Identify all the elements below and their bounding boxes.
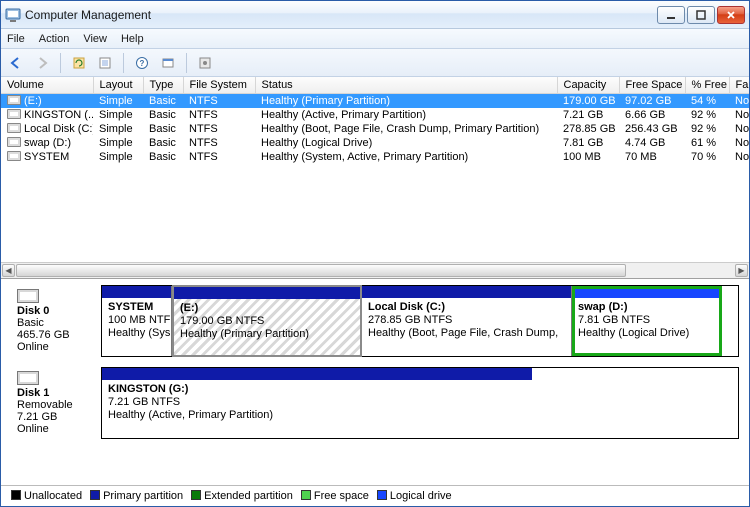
col-status[interactable]: Status <box>255 77 557 94</box>
partition[interactable]: swap (D:)7.81 GB NTFSHealthy (Logical Dr… <box>572 286 722 356</box>
table-row[interactable]: (E:)SimpleBasicNTFSHealthy (Primary Part… <box>1 94 749 109</box>
partition-color-bar <box>572 286 722 298</box>
volume-icon <box>7 137 21 147</box>
properties-icon[interactable] <box>94 52 116 74</box>
menu-view[interactable]: View <box>83 33 107 45</box>
disk-icon <box>17 371 39 385</box>
volume-table[interactable]: Volume Layout Type File System Status Ca… <box>1 77 749 164</box>
forward-button[interactable] <box>31 52 53 74</box>
legend-primary: Primary partition <box>90 490 183 502</box>
volume-icon <box>7 151 21 161</box>
col-pct[interactable]: % Free <box>685 77 729 94</box>
col-fault[interactable]: Faul <box>729 77 749 94</box>
window-title: Computer Management <box>25 8 657 22</box>
title-bar: Computer Management <box>1 1 749 29</box>
volume-list-panel: Volume Layout Type File System Status Ca… <box>1 77 749 279</box>
column-headers[interactable]: Volume Layout Type File System Status Ca… <box>1 77 749 94</box>
partition-color-bar <box>102 368 532 380</box>
minimize-button[interactable] <box>657 6 685 24</box>
back-button[interactable] <box>5 52 27 74</box>
col-volume[interactable]: Volume <box>1 77 93 94</box>
horizontal-scrollbar[interactable]: ◀ ▶ <box>1 262 749 278</box>
partition-color-bar <box>174 287 360 299</box>
scroll-right-arrow[interactable]: ▶ <box>735 264 748 277</box>
disk-label: Disk 0Basic465.76 GBOnline <box>11 285 101 357</box>
menu-help[interactable]: Help <box>121 33 144 45</box>
partition[interactable]: SYSTEM100 MB NTFHealthy (Sys <box>102 286 172 356</box>
scroll-thumb[interactable] <box>16 264 626 277</box>
partition[interactable]: KINGSTON (G:)7.21 GB NTFSHealthy (Active… <box>102 368 532 438</box>
table-row[interactable]: Local Disk (C:)SimpleBasicNTFSHealthy (B… <box>1 122 749 136</box>
disk-map[interactable]: KINGSTON (G:)7.21 GB NTFSHealthy (Active… <box>101 367 739 439</box>
partition[interactable]: Local Disk (C:)278.85 GB NTFSHealthy (Bo… <box>362 286 572 356</box>
legend: Unallocated Primary partition Extended p… <box>1 485 749 506</box>
col-free[interactable]: Free Space <box>619 77 685 94</box>
toolbar-separator <box>186 53 187 73</box>
toolbar-separator <box>60 53 61 73</box>
maximize-button[interactable] <box>687 6 715 24</box>
menu-action[interactable]: Action <box>39 33 70 45</box>
menu-bar: File Action View Help <box>1 29 749 49</box>
table-row[interactable]: swap (D:)SimpleBasicNTFSHealthy (Logical… <box>1 136 749 150</box>
action-icon[interactable] <box>157 52 179 74</box>
legend-extended: Extended partition <box>191 490 293 502</box>
table-row[interactable]: SYSTEMSimpleBasicNTFSHealthy (System, Ac… <box>1 150 749 164</box>
partition-color-bar <box>102 286 171 298</box>
disk-icon <box>17 289 39 303</box>
legend-free: Free space <box>301 490 369 502</box>
col-capacity[interactable]: Capacity <box>557 77 619 94</box>
partition-color-bar <box>362 286 571 298</box>
col-type[interactable]: Type <box>143 77 183 94</box>
refresh-icon[interactable] <box>68 52 90 74</box>
disk-label: Disk 1Removable7.21 GBOnline <box>11 367 101 439</box>
svg-text:?: ? <box>140 59 145 68</box>
scroll-left-arrow[interactable]: ◀ <box>2 264 15 277</box>
volume-icon <box>7 109 21 119</box>
disk-row: Disk 0Basic465.76 GBOnlineSYSTEM100 MB N… <box>11 285 739 357</box>
col-layout[interactable]: Layout <box>93 77 143 94</box>
settings-icon[interactable] <box>194 52 216 74</box>
volume-icon <box>7 123 21 133</box>
disk-map-panel: Disk 0Basic465.76 GBOnlineSYSTEM100 MB N… <box>1 279 749 453</box>
col-fs[interactable]: File System <box>183 77 255 94</box>
disk-row: Disk 1Removable7.21 GBOnlineKINGSTON (G:… <box>11 367 739 439</box>
help-icon[interactable]: ? <box>131 52 153 74</box>
menu-file[interactable]: File <box>7 33 25 45</box>
disk-map[interactable]: SYSTEM100 MB NTFHealthy (Sys(E:)179.00 G… <box>101 285 739 357</box>
volume-icon <box>7 95 21 105</box>
legend-logical: Logical drive <box>377 490 452 502</box>
toolbar: ? <box>1 49 749 77</box>
toolbar-separator <box>123 53 124 73</box>
legend-unallocated: Unallocated <box>11 490 82 502</box>
partition[interactable]: (E:)179.00 GB NTFSHealthy (Primary Parti… <box>172 285 362 357</box>
table-row[interactable]: KINGSTON (...SimpleBasicNTFSHealthy (Act… <box>1 108 749 122</box>
app-icon <box>5 7 21 23</box>
close-button[interactable] <box>717 6 745 24</box>
